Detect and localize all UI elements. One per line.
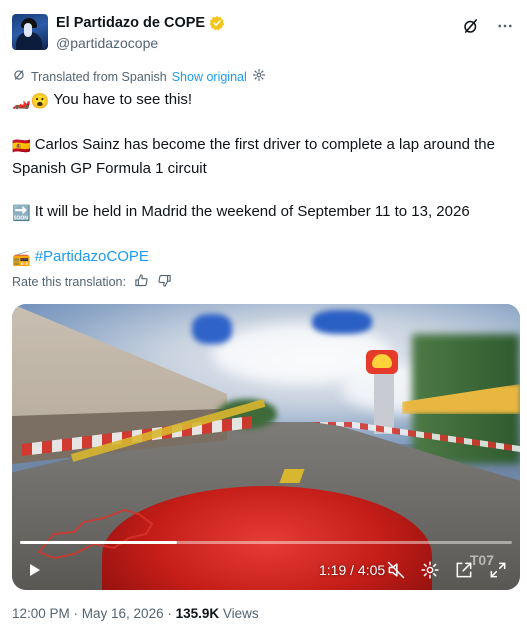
hashtag-link[interactable]: #PartidazoCOPE: [35, 248, 149, 265]
handle[interactable]: @partidazocope: [56, 35, 158, 51]
video-control-icons: [386, 560, 508, 585]
video-progress-fill: [20, 541, 178, 544]
spain-flag-emoji: 🇪🇸: [12, 138, 31, 155]
video-controls: 1:19 / 4:05: [12, 550, 520, 590]
name-row: El Partidazo de COPE: [56, 15, 225, 31]
translate-icon: [12, 68, 26, 85]
post-header: El Partidazo de COPE @partidazocope: [12, 14, 515, 54]
post: El Partidazo de COPE @partidazocope Tran…: [0, 0, 527, 630]
video-player[interactable]: T07 1:19 / 4:05: [12, 304, 520, 590]
translation-note: Translated from Spanish Show original: [12, 68, 266, 85]
timestamp[interactable]: 12:00 PM · May 16, 2026 ·: [12, 606, 176, 621]
shell-logo: [366, 350, 398, 374]
popout-icon[interactable]: [454, 560, 474, 585]
avatar[interactable]: [12, 14, 48, 50]
show-original-link[interactable]: Show original: [172, 70, 247, 84]
play-icon[interactable]: [26, 562, 42, 583]
thumbs-up-icon[interactable]: [134, 273, 149, 291]
mute-icon[interactable]: [386, 560, 406, 585]
text-line-4: 📻 #PartidazoCOPE: [12, 246, 517, 270]
gear-icon[interactable]: [420, 560, 440, 585]
text-line-3: 🔜 It will be held in Madrid the weekend o…: [12, 201, 517, 225]
grok-slash-icon[interactable]: [461, 16, 481, 36]
fullscreen-icon[interactable]: [488, 560, 508, 585]
video-progress-bar[interactable]: [20, 541, 512, 544]
more-icon[interactable]: [495, 16, 515, 36]
soon-arrow-emoji: 🔜: [12, 204, 31, 222]
thumbs-down-icon[interactable]: [157, 273, 172, 291]
verified-badge-icon[interactable]: [209, 15, 225, 31]
header-actions: [461, 16, 515, 36]
views-count: 135.9K: [175, 606, 220, 621]
views-label: Views: [219, 606, 259, 621]
rate-translation: Rate this translation:: [12, 273, 172, 291]
radio-emoji: 📻: [12, 249, 31, 267]
video-time: 1:19 / 4:05: [319, 562, 386, 578]
display-name[interactable]: El Partidazo de COPE: [56, 15, 205, 31]
post-text: 🏎️😮 You have to see this! 🇪🇸 Carlos Sainz …: [12, 89, 517, 269]
race-car-shocked-emoji: 🏎️😮: [12, 93, 50, 110]
settings-icon[interactable]: [252, 68, 266, 85]
rate-label: Rate this translation:: [12, 275, 126, 289]
text-line-1: 🏎️😮 You have to see this!: [12, 89, 517, 113]
translation-label: Translated from Spanish: [31, 69, 167, 84]
text-line-2: 🇪🇸 Carlos Sainz has become the first driv…: [12, 136, 495, 177]
post-meta: 12:00 PM · May 16, 2026 · 135.9K Views: [12, 606, 259, 621]
